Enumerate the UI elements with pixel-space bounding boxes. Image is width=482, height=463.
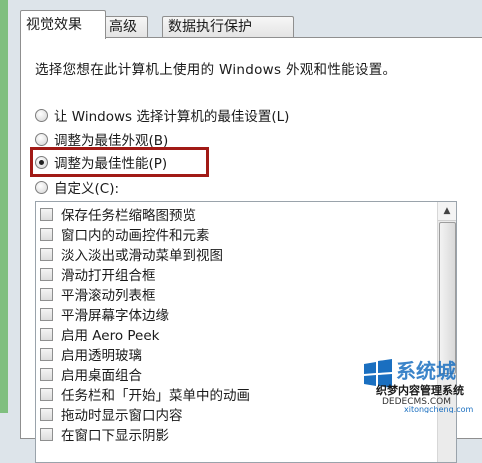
list-item-label: 保存任务栏缩略图预览 bbox=[61, 208, 196, 224]
checkbox[interactable] bbox=[40, 267, 53, 281]
radio-button[interactable] bbox=[35, 108, 48, 122]
tab-visual-effects[interactable]: 视觉效果 bbox=[20, 10, 106, 39]
radio-label: 让 Windows 选择计算机的最佳设置(L) bbox=[54, 109, 290, 125]
list-item-fade-menus[interactable]: 淡入淡出或滑动菜单到视图 bbox=[40, 244, 223, 264]
list-item-desktop-composition[interactable]: 启用桌面组合 bbox=[40, 364, 142, 384]
radio-button-selected[interactable] bbox=[35, 155, 48, 169]
radio-label: 调整为最佳外观(B) bbox=[54, 133, 169, 149]
list-item-label: 滑动打开组合框 bbox=[61, 268, 156, 284]
list-item-smooth-fonts[interactable]: 平滑屏幕字体边缘 bbox=[40, 304, 169, 324]
description-text: 选择您想在此计算机上使用的 Windows 外观和性能设置。 bbox=[35, 62, 397, 78]
scroll-up-arrow-icon[interactable]: ▲ bbox=[438, 202, 456, 221]
tab-advanced[interactable]: 高级 bbox=[103, 16, 148, 38]
radio-label: 调整为最佳性能(P) bbox=[54, 156, 168, 172]
list-item-drag-window-contents[interactable]: 拖动时显示窗口内容 bbox=[40, 404, 183, 424]
checkbox[interactable] bbox=[40, 227, 53, 241]
list-item-smooth-scroll[interactable]: 平滑滚动列表框 bbox=[40, 284, 156, 304]
list-item-label: 启用透明玻璃 bbox=[61, 348, 142, 364]
radio-button[interactable] bbox=[35, 132, 48, 146]
list-item-transparent-glass[interactable]: 启用透明玻璃 bbox=[40, 344, 142, 364]
radio-best-performance[interactable]: 调整为最佳性能(P) bbox=[35, 151, 167, 173]
list-item-label: 平滑屏幕字体边缘 bbox=[61, 308, 169, 324]
list-item-animate-controls[interactable]: 窗口内的动画控件和元素 bbox=[40, 224, 210, 244]
checkbox[interactable] bbox=[40, 367, 53, 381]
checkbox[interactable] bbox=[40, 247, 53, 261]
radio-label: 自定义(C): bbox=[54, 181, 120, 197]
list-item-slide-combo[interactable]: 滑动打开组合框 bbox=[40, 264, 156, 284]
checkbox[interactable] bbox=[40, 347, 53, 361]
list-item-label: 平滑滚动列表框 bbox=[61, 288, 156, 304]
listbox-scrollbar[interactable]: ▲ bbox=[437, 202, 456, 462]
list-item-label: 淡入淡出或滑动菜单到视图 bbox=[61, 248, 223, 264]
list-item-label: 在窗口下显示阴影 bbox=[61, 428, 169, 444]
radio-button[interactable] bbox=[35, 180, 48, 194]
radio-let-windows-choose[interactable]: 让 Windows 选择计算机的最佳设置(L) bbox=[35, 104, 289, 126]
list-item-label: 任务栏和「开始」菜单中的动画 bbox=[61, 388, 250, 404]
checkbox[interactable] bbox=[40, 407, 53, 421]
radio-best-appearance[interactable]: 调整为最佳外观(B) bbox=[35, 128, 168, 150]
checkbox[interactable] bbox=[40, 287, 53, 301]
effects-listbox[interactable]: 保存任务栏缩略图预览 窗口内的动画控件和元素 淡入淡出或滑动菜单到视图 滑动打开… bbox=[35, 201, 457, 463]
list-item-label: 拖动时显示窗口内容 bbox=[61, 408, 183, 424]
checkbox[interactable] bbox=[40, 307, 53, 321]
list-item-taskbar-animations[interactable]: 任务栏和「开始」菜单中的动画 bbox=[40, 384, 250, 404]
window-edge bbox=[0, 0, 8, 413]
tab-panel-visual-effects: 选择您想在此计算机上使用的 Windows 外观和性能设置。 让 Windows… bbox=[20, 37, 482, 463]
radio-custom[interactable]: 自定义(C): bbox=[35, 176, 119, 198]
checkbox[interactable] bbox=[40, 427, 53, 441]
list-item-label: 窗口内的动画控件和元素 bbox=[61, 228, 210, 244]
list-item-aero-peek[interactable]: 启用 Aero Peek bbox=[40, 324, 160, 344]
list-item-taskbar-thumbnail[interactable]: 保存任务栏缩略图预览 bbox=[40, 204, 196, 224]
scroll-thumb[interactable] bbox=[439, 222, 456, 374]
list-item-window-shadows[interactable]: 在窗口下显示阴影 bbox=[40, 424, 169, 444]
checkbox[interactable] bbox=[40, 387, 53, 401]
tab-data-execution-prevention[interactable]: 数据执行保护 bbox=[162, 16, 294, 38]
list-item-label: 启用桌面组合 bbox=[61, 368, 142, 384]
checkbox[interactable] bbox=[40, 327, 53, 341]
checkbox[interactable] bbox=[40, 207, 53, 221]
list-item-label: 启用 Aero Peek bbox=[61, 328, 160, 344]
